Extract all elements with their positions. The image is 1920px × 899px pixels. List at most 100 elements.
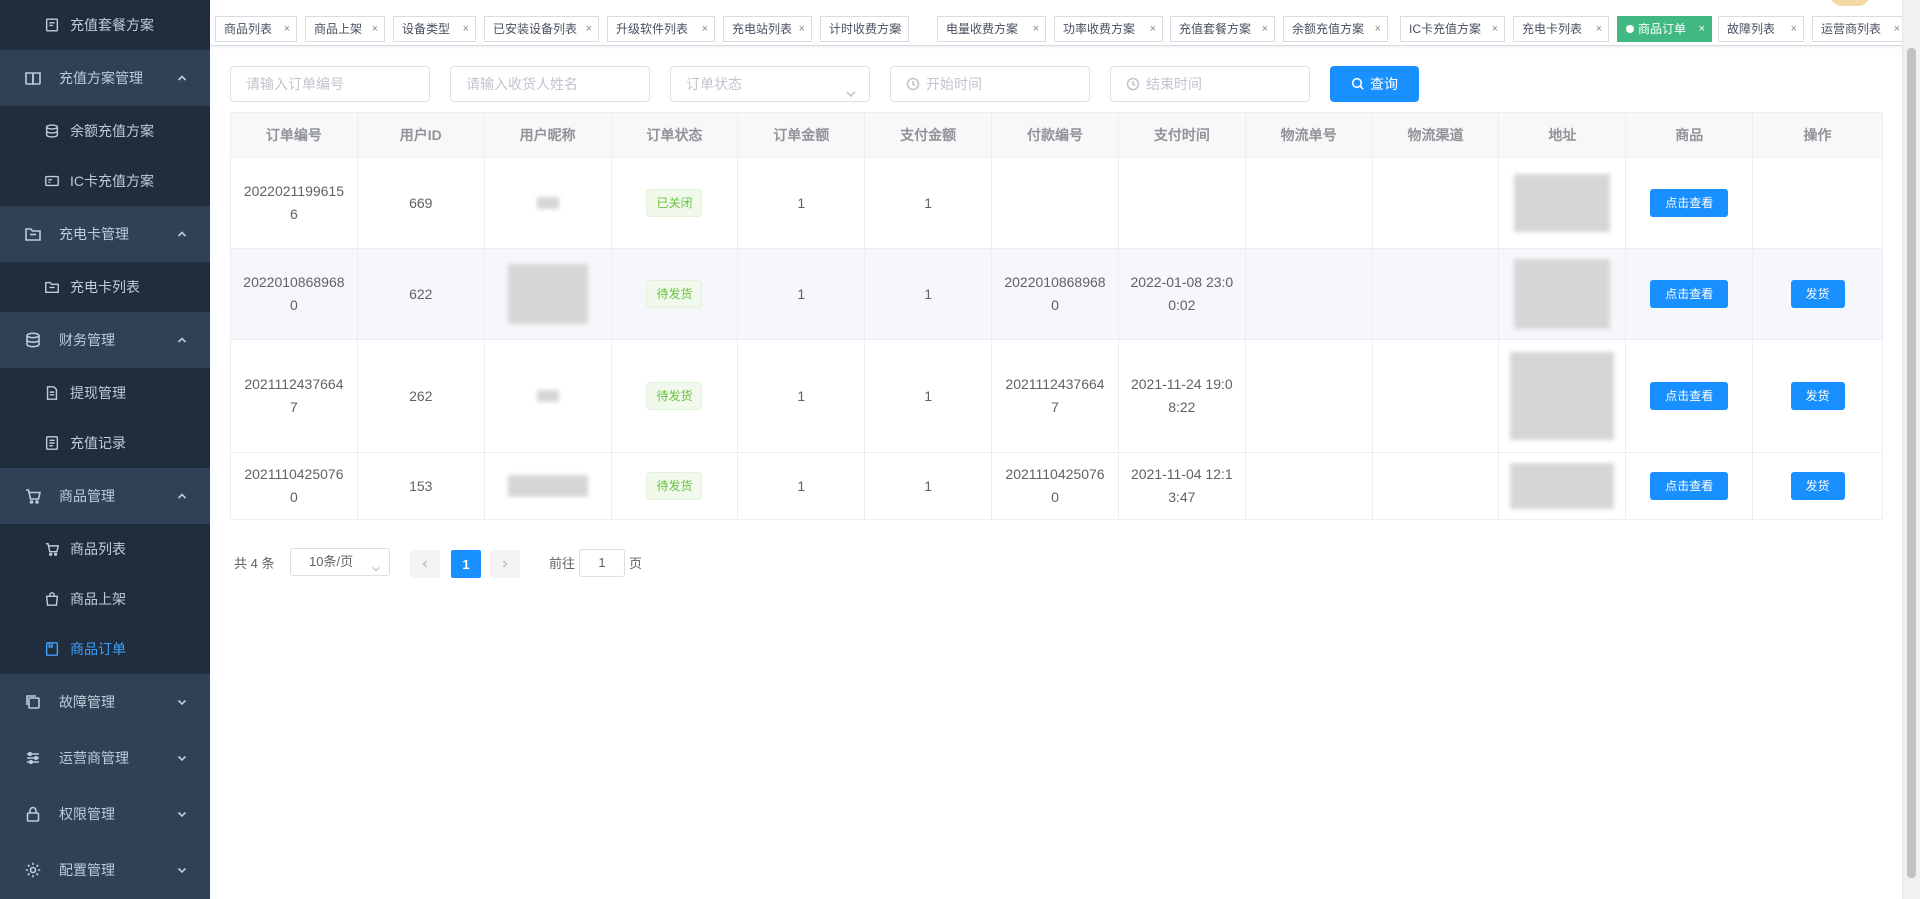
tab-5[interactable]: 充电站列表 × — [723, 16, 812, 42]
sidebar-item-16[interactable]: 配置管理 — [0, 844, 210, 896]
order-no-input[interactable]: 请输入订单编号 — [230, 66, 430, 102]
ship-button[interactable]: 发货 — [1790, 280, 1845, 308]
tab-7[interactable]: 电量收费方案 × — [937, 16, 1046, 42]
tab-3[interactable]: 已安装设备列表 × — [484, 16, 599, 42]
close-icon[interactable]: × — [1492, 17, 1498, 41]
close-icon[interactable]: × — [1791, 17, 1797, 41]
sidebar-item-label: 充电卡列表 — [70, 279, 140, 295]
end-time-placeholder: 结束时间 — [1146, 76, 1202, 92]
tab-label: 充值套餐方案 — [1179, 22, 1252, 36]
table-row: 20220211996156 669 已关闭 1 1 点击查看 — [231, 158, 1882, 249]
sidebar-item-label: 提现管理 — [70, 385, 126, 401]
end-time-picker[interactable]: 结束时间 — [1110, 66, 1310, 102]
tab-4[interactable]: 升级软件列表 × — [607, 16, 715, 42]
sidebar-item-14[interactable]: 运营商管理 — [0, 732, 210, 784]
sidebar-item-15[interactable]: 权限管理 — [0, 788, 210, 840]
tab-6[interactable]: 计时收费方案 × — [820, 16, 909, 42]
close-icon[interactable]: × — [372, 17, 378, 41]
close-icon[interactable]: × — [463, 17, 469, 41]
sidebar-item-4[interactable]: 充电卡管理 — [0, 208, 210, 260]
cell-text: 20211124376647 — [1005, 376, 1105, 415]
receiver-name-input[interactable]: 请输入收货人姓名 — [450, 66, 650, 102]
ship-button[interactable]: 发货 — [1790, 472, 1845, 500]
view-goods-button[interactable]: 点击查看 — [1650, 189, 1729, 217]
sidebar-item-11[interactable]: 商品上架 — [0, 574, 210, 624]
cell-text: 20211104250760 — [244, 466, 344, 505]
database-icon — [44, 123, 60, 139]
tab-1[interactable]: 商品上架 × — [305, 16, 385, 42]
close-icon[interactable]: × — [1150, 17, 1156, 41]
sidebar-item-1[interactable]: 充值方案管理 — [0, 52, 210, 104]
column-header: 物流渠道 — [1372, 113, 1500, 157]
cell-text: 20220108689680 — [243, 274, 345, 313]
next-page-button[interactable] — [490, 550, 520, 578]
tab-14[interactable]: 故障列表 × — [1718, 16, 1804, 42]
status-badge: 待发货 — [646, 472, 703, 500]
sidebar-item-5[interactable]: 充电卡列表 — [0, 262, 210, 312]
close-icon[interactable]: × — [896, 17, 902, 41]
goto-suffix: 页 — [629, 556, 643, 571]
folder-icon — [24, 225, 42, 243]
tab-label: 运营商列表 — [1821, 22, 1882, 36]
chevron-right-icon — [500, 559, 510, 569]
page-number-1[interactable]: 1 — [451, 550, 481, 578]
cart-icon — [24, 487, 42, 505]
tab-8[interactable]: 功率收费方案 × — [1054, 16, 1163, 42]
table-cell: 发货 — [1753, 340, 1882, 452]
sidebar-item-2[interactable]: 余额充值方案 — [0, 106, 210, 156]
close-icon[interactable]: × — [1596, 17, 1602, 41]
close-icon[interactable]: × — [799, 17, 805, 41]
view-goods-button[interactable]: 点击查看 — [1650, 382, 1729, 410]
column-header: 地址 — [1499, 113, 1627, 157]
goto-page-input[interactable]: 1 — [579, 549, 625, 577]
sidebar-item-label: 配置管理 — [59, 862, 115, 878]
chevron-down-icon — [176, 864, 188, 876]
table-cell — [1499, 249, 1627, 339]
tab-0[interactable]: 商品列表 × — [215, 16, 297, 42]
package-icon — [44, 17, 60, 33]
sidebar-item-9[interactable]: 商品管理 — [0, 470, 210, 522]
cell-text: 1 — [924, 387, 933, 404]
sidebar-item-3[interactable]: IC卡充值方案 — [0, 156, 210, 206]
start-time-picker[interactable]: 开始时间 — [890, 66, 1090, 102]
tab-11[interactable]: IC卡充值方案 × — [1400, 16, 1505, 42]
table-cell — [1499, 453, 1627, 519]
query-button[interactable]: 查询 — [1330, 66, 1419, 102]
close-icon[interactable]: × — [1894, 17, 1900, 41]
sidebar-item-8[interactable]: 充值记录 — [0, 418, 210, 468]
column-header: 支付金额 — [865, 113, 993, 157]
tab-10[interactable]: 余额充值方案 × — [1283, 16, 1388, 42]
tab-12[interactable]: 充电卡列表 × — [1513, 16, 1609, 42]
sidebar-item-12[interactable]: 商品订单 — [0, 624, 210, 674]
ship-button[interactable]: 发货 — [1790, 382, 1845, 410]
chevron-down-icon — [845, 78, 857, 98]
sidebar-item-7[interactable]: 提现管理 — [0, 368, 210, 418]
tab-9[interactable]: 充值套餐方案 × — [1170, 16, 1275, 42]
sidebar-item-10[interactable]: 商品列表 — [0, 524, 210, 574]
close-icon[interactable]: × — [284, 17, 290, 41]
close-icon[interactable]: × — [1033, 17, 1039, 41]
close-icon[interactable]: × — [1699, 17, 1705, 41]
tab-13[interactable]: 商品订单 × — [1617, 16, 1712, 42]
sidebar-item-label: 运营商管理 — [59, 750, 129, 766]
scrollbar-thumb[interactable] — [1907, 48, 1916, 878]
table-cell: 20211104250760 — [231, 453, 358, 519]
column-header: 用户ID — [357, 113, 485, 157]
close-icon[interactable]: × — [586, 17, 592, 41]
page-size-select[interactable]: 10条/页 — [290, 548, 390, 576]
close-icon[interactable]: × — [702, 17, 708, 41]
sidebar-item-6[interactable]: 财务管理 — [0, 314, 210, 366]
order-status-select[interactable]: 订单状态 — [670, 66, 870, 102]
sidebar-item-0[interactable]: 充值套餐方案 — [0, 0, 210, 50]
table-cell — [1373, 453, 1500, 519]
vertical-scrollbar[interactable] — [1902, 0, 1920, 899]
prev-page-button[interactable] — [410, 550, 440, 578]
view-goods-button[interactable]: 点击查看 — [1650, 472, 1729, 500]
sidebar-item-13[interactable]: 故障管理 — [0, 676, 210, 728]
tab-15[interactable]: 运营商列表 × — [1812, 16, 1902, 42]
status-badge: 已关闭 — [646, 189, 703, 217]
tab-2[interactable]: 设备类型 × — [393, 16, 476, 42]
close-icon[interactable]: × — [1375, 17, 1381, 41]
view-goods-button[interactable]: 点击查看 — [1650, 280, 1729, 308]
close-icon[interactable]: × — [1262, 17, 1268, 41]
